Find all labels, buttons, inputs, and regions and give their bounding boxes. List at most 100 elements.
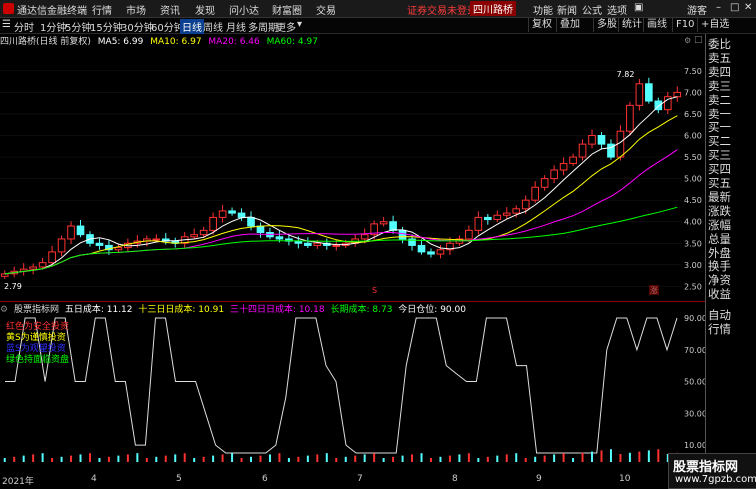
candle-body — [389, 221, 397, 231]
watermark: 股票指标网 www.7gpzb.com — [668, 453, 756, 489]
candle-body — [38, 262, 47, 268]
sidebar-tab[interactable]: 涨跌 — [708, 204, 756, 219]
sidebar-tab[interactable]: 卖二 — [708, 93, 756, 108]
draw-button[interactable]: 画线 — [643, 18, 670, 32]
candle-body — [209, 216, 217, 231]
multi-stock-button[interactable]: 多股 — [593, 18, 620, 32]
sidebar-tab[interactable]: 收益 — [708, 287, 756, 302]
collapse-panel-icon[interactable]: □ — [694, 35, 703, 45]
menu-discover[interactable]: 发现 — [195, 2, 215, 17]
candle-body — [0, 273, 9, 277]
period-1min[interactable]: 1分钟 — [40, 19, 66, 34]
period-15min[interactable]: 15分钟 — [90, 19, 123, 34]
period-30min[interactable]: 30分钟 — [121, 19, 154, 34]
sidebar-tab[interactable]: 卖一 — [708, 107, 756, 122]
period-weekly[interactable]: 周线 — [203, 19, 223, 34]
menu-guest[interactable]: 游客 — [687, 2, 707, 17]
candle-body — [626, 104, 634, 132]
candle-body — [588, 135, 596, 145]
maximize-icon[interactable]: □ — [730, 2, 739, 13]
settings-gear-icon[interactable]: ⚙ — [684, 36, 691, 45]
x-tick: 2021年 — [2, 477, 34, 487]
sidebar-tab[interactable]: 委比 — [708, 37, 756, 52]
menu-market[interactable]: 市场 — [126, 2, 146, 17]
adjust-button[interactable]: 复权 — [528, 18, 555, 32]
candle-body — [228, 210, 236, 214]
period-monthly[interactable]: 月线 — [226, 19, 246, 34]
sidebar-bottom-tab[interactable]: 自动 — [708, 308, 756, 323]
menu-account-icon[interactable]: ▣ — [634, 2, 643, 13]
high-price-label: 7.82 — [617, 70, 635, 79]
x-tick: 6 — [262, 474, 268, 484]
overlay-button[interactable]: 叠加 — [556, 18, 583, 32]
candle-body — [417, 244, 426, 253]
period-multi[interactable]: 多周期 — [248, 19, 278, 34]
candle-body — [256, 225, 265, 234]
menu-headlines[interactable]: 新闻 — [557, 2, 577, 17]
candle-body — [379, 221, 388, 225]
candle-body — [465, 229, 473, 240]
sidebar-tab[interactable]: 净资 — [708, 273, 756, 288]
position-indicator-chart[interactable]: 90.00 70.00 50.00 30.00 10.00 — [0, 302, 705, 462]
menu-fortune[interactable]: 财富圈 — [272, 2, 302, 17]
y-tick-label: 6.50 — [684, 110, 702, 119]
menu-ask[interactable]: 问小达 — [229, 2, 259, 17]
sidebar-tab[interactable]: 卖四 — [708, 65, 756, 80]
menu-formula[interactable]: 公式 — [582, 2, 602, 17]
candle-body — [597, 135, 606, 145]
y-tick-label: 7.50 — [684, 67, 702, 76]
sidebar-tab[interactable]: 买一 — [708, 120, 756, 135]
low-price-label: 2.79 — [4, 282, 22, 291]
period-5min[interactable]: 5分钟 — [65, 19, 91, 34]
sidebar-tab[interactable]: 外盘 — [708, 246, 756, 261]
candlestick-chart[interactable]: 7.50 7.00 6.50 6.00 5.50 5.00 4.50 4.00 3.50 3.00… — [0, 45, 705, 295]
sidebar-tab[interactable]: 涨幅 — [708, 218, 756, 233]
sidebar-tab[interactable]: 买四 — [708, 162, 756, 177]
y-tick-label: 7.00 — [684, 88, 702, 97]
x-tick: 8 — [452, 474, 458, 484]
sidebar-bottom-tab[interactable]: 行情 — [708, 322, 756, 337]
indicator-legend: 红色为安全投资 黄S为谨慎投资 蓝S为观望投资 绿色持面临资盘 — [6, 322, 69, 366]
sidebar-tab[interactable]: 卖三 — [708, 79, 756, 94]
menu-news[interactable]: 资讯 — [160, 2, 180, 17]
candle-body — [199, 229, 208, 236]
x-tick: 10 — [619, 474, 631, 484]
login-notice[interactable]: 证券交易未登录 — [407, 2, 477, 17]
menu-quotes[interactable]: 行情 — [92, 2, 112, 17]
candle-body — [218, 210, 227, 218]
app-logo-icon — [3, 3, 14, 14]
period-60min[interactable]: 60分钟 — [151, 19, 184, 34]
y-tick-label: 6.00 — [684, 132, 702, 141]
period-daily[interactable]: 日线 — [180, 19, 204, 34]
candle-body — [436, 249, 445, 255]
candle-body — [114, 247, 123, 251]
f10-button[interactable]: F10 — [672, 18, 697, 32]
sidebar-tab[interactable]: 买三 — [708, 148, 756, 163]
sidebar-tab[interactable]: 总量 — [708, 232, 756, 247]
sidebar-tab[interactable]: 买二 — [708, 134, 756, 149]
candle-body — [190, 234, 198, 238]
menu-functions[interactable]: 功能 — [533, 2, 553, 17]
sidebar-tab[interactable]: 卖五 — [708, 51, 756, 66]
sidebar-tab[interactable]: 换手 — [708, 259, 756, 274]
candle-body — [645, 83, 653, 102]
menu-options[interactable]: 选项 — [607, 2, 627, 17]
candle-body — [474, 216, 483, 231]
quote-sidebar: 委比 卖五 卖四 卖三 卖二 卖一 买一 买二 买三 买四 买五 最新 涨跌 涨幅 总量 外盘 换手 净资 收益自动… — [705, 34, 756, 487]
close-icon[interactable]: ✕ — [744, 2, 752, 13]
current-stock-badge[interactable]: 四川路桥 — [470, 1, 516, 16]
minimize-icon[interactable]: – — [716, 2, 721, 13]
period-intraday[interactable]: 分时 — [14, 19, 34, 34]
menu-toggle-icon[interactable]: ☰ — [2, 19, 11, 30]
sidebar-tab[interactable]: 买五 — [708, 176, 756, 191]
position-line — [5, 317, 678, 454]
sub-y-tick-label: 70.00 — [684, 346, 705, 355]
add-watchlist-button[interactable]: +自选 — [697, 18, 732, 32]
legend-wait: 蓝S为观望投资 — [6, 344, 66, 354]
stats-button[interactable]: 统计 — [618, 18, 645, 32]
chevron-down-icon[interactable]: ▾ — [297, 19, 302, 30]
menu-trade[interactable]: 交易 — [316, 2, 336, 17]
sidebar-tab[interactable]: 最新 — [708, 190, 756, 205]
x-tick: 9 — [536, 474, 542, 484]
period-more[interactable]: 更多 — [276, 19, 296, 34]
